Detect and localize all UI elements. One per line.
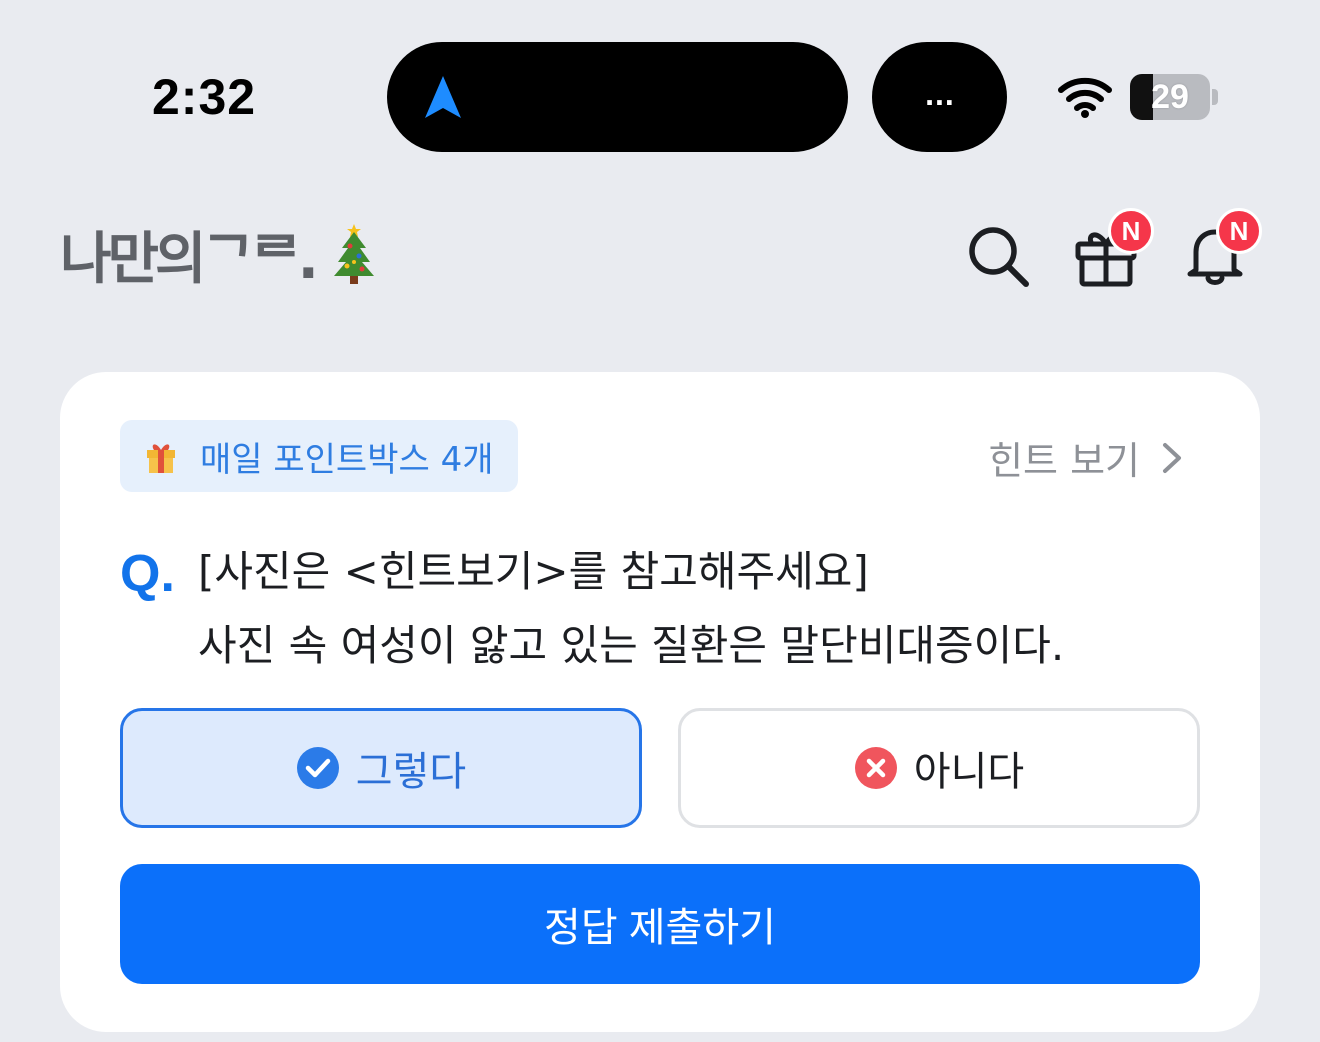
notification-new-badge: N (1216, 208, 1262, 254)
question-marker: Q. (120, 545, 175, 603)
battery-level: 29 (1151, 77, 1189, 116)
daily-points-chip[interactable]: 매일 포인트박스 4개 (120, 420, 518, 492)
gift-new-badge: N (1108, 208, 1154, 254)
navigation-arrow-icon (425, 76, 461, 118)
app-logo[interactable]: 나만의ᄀᄅ. (60, 214, 319, 295)
check-circle-icon (296, 747, 339, 789)
dynamic-island-left (387, 42, 848, 152)
x-circle-icon (854, 747, 897, 789)
answer-yes-label: 그렇다 (355, 749, 467, 795)
submit-answer-button[interactable]: 정답 제출하기 (120, 864, 1200, 984)
hint-link-label: 힌트 보기 (988, 439, 1140, 483)
answer-no-label: 아니다 (913, 749, 1025, 795)
question-text: 사진 속 여성이 앓고 있는 질환은 말단비대증이다. (198, 621, 1065, 670)
question-instruction: [사진은 <힌트보기>를 참고해주세요] (198, 547, 869, 596)
search-icon[interactable] (966, 224, 1032, 290)
daily-points-label: 매일 포인트박스 4개 (200, 439, 494, 480)
gift-box-icon (147, 444, 175, 473)
answer-no-button[interactable]: 아니다 (678, 708, 1200, 828)
christmas-tree-icon (334, 224, 374, 284)
quiz-card: 매일 포인트박스 4개 힌트 보기 Q. [사진은 <힌트보기>를 참고해주세요… (60, 372, 1260, 1032)
chevron-right-icon (1163, 442, 1181, 473)
hint-link[interactable]: 힌트 보기 (988, 430, 1184, 485)
battery-indicator: 29 (1130, 74, 1220, 120)
answer-yes-button[interactable]: 그렇다 (120, 708, 642, 828)
wifi-icon (1058, 77, 1112, 118)
dynamic-island-right: ... (872, 42, 1007, 152)
status-time: 2:32 (152, 69, 257, 125)
